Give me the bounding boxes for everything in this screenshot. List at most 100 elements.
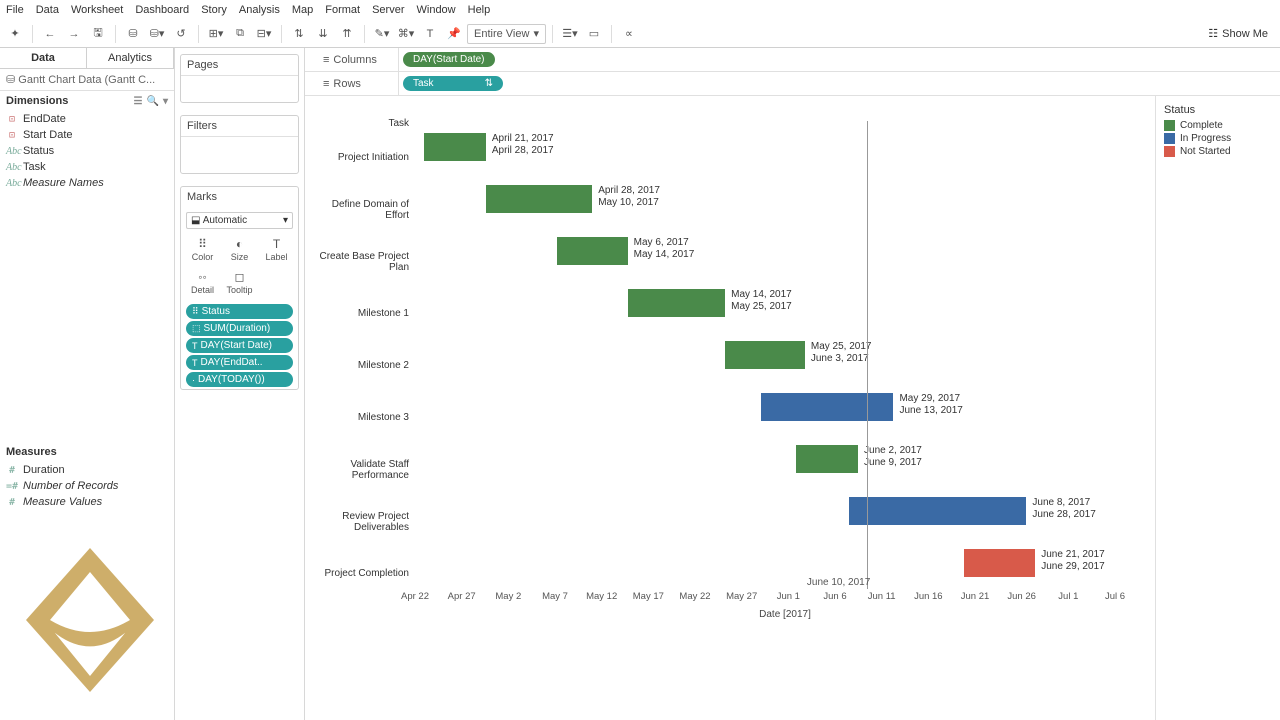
gantt-bar[interactable]: [964, 549, 1035, 577]
x-tick: May 2: [495, 591, 521, 602]
mark-type-dropdown[interactable]: ⬓ Automatic▾: [186, 212, 293, 229]
gantt-bar[interactable]: [557, 237, 628, 265]
show-me-button[interactable]: ☷Show Me: [1200, 27, 1276, 40]
refresh-icon[interactable]: ⛁▾: [146, 24, 168, 44]
menu-dashboard[interactable]: Dashboard: [135, 4, 189, 16]
mark-detail[interactable]: ◦◦Detail: [185, 267, 220, 298]
bar-date-label: May 25, 2017June 3, 2017: [811, 341, 872, 365]
forward-icon[interactable]: →: [63, 24, 85, 44]
gantt-plot[interactable]: April 21, 2017April 28, 2017April 28, 20…: [415, 96, 1155, 720]
x-axis-label: Date [2017]: [415, 605, 1155, 624]
legend-complete[interactable]: Complete: [1164, 120, 1272, 131]
menu-window[interactable]: Window: [417, 4, 456, 16]
pill-enddate[interactable]: TDAY(EndDat..: [186, 355, 293, 370]
gantt-bar[interactable]: [796, 445, 858, 473]
back-icon[interactable]: ←: [39, 24, 61, 44]
menu-data[interactable]: Data: [36, 4, 59, 16]
task-label[interactable]: Project Initiation: [305, 132, 415, 184]
datasource-name[interactable]: ⛁ Gantt Chart Data (Gantt C...: [0, 69, 174, 91]
tableau-logo-icon[interactable]: ✦: [4, 24, 26, 44]
highlight-icon[interactable]: ✎▾: [371, 24, 393, 44]
field-startdate[interactable]: ⊡Start Date: [0, 127, 174, 143]
color-legend[interactable]: Status Complete In Progress Not Started: [1155, 96, 1280, 720]
x-tick: May 12: [586, 591, 617, 602]
new-worksheet-icon[interactable]: ⊞▾: [205, 24, 227, 44]
undo-icon[interactable]: ↺: [170, 24, 192, 44]
gantt-bar[interactable]: [424, 133, 486, 161]
task-label[interactable]: Validate Staff Performance: [305, 444, 415, 496]
x-tick: Apr 27: [448, 591, 476, 602]
rows-pill[interactable]: Task⇅: [403, 76, 503, 91]
legend-notstarted[interactable]: Not Started: [1164, 146, 1272, 157]
menu-format[interactable]: Format: [325, 4, 360, 16]
filters-shelf[interactable]: Filters: [180, 115, 299, 174]
sort-desc-icon[interactable]: ⇈: [336, 24, 358, 44]
task-label[interactable]: Milestone 1: [305, 288, 415, 340]
mark-label[interactable]: TLabel: [259, 234, 294, 265]
field-enddate[interactable]: ⊡EndDate: [0, 111, 174, 127]
gantt-bar[interactable]: [761, 393, 894, 421]
bar-date-label: May 6, 2017May 14, 2017: [634, 237, 695, 261]
columns-shelf[interactable]: ≡Columns DAY(Start Date): [305, 48, 1280, 72]
gantt-bar[interactable]: [849, 497, 1026, 525]
task-label[interactable]: Define Domain of Effort: [305, 184, 415, 236]
columns-pill[interactable]: DAY(Start Date): [403, 52, 495, 67]
pill-startdate[interactable]: TDAY(Start Date): [186, 338, 293, 353]
sort-asc-icon[interactable]: ⇊: [312, 24, 334, 44]
task-label[interactable]: Milestone 2: [305, 340, 415, 392]
cards-icon[interactable]: ☰▾: [559, 24, 581, 44]
menu-server[interactable]: Server: [372, 4, 404, 16]
share-icon[interactable]: ∝: [618, 24, 640, 44]
mark-color[interactable]: ⠿Color: [185, 234, 220, 265]
x-tick: Jun 21: [961, 591, 990, 602]
gantt-bar[interactable]: [628, 289, 725, 317]
mark-size[interactable]: ◐Size: [222, 234, 257, 265]
search-icon[interactable]: 🔍: [147, 96, 159, 107]
bar-date-label: April 28, 2017May 10, 2017: [598, 185, 660, 209]
menu-map[interactable]: Map: [292, 4, 313, 16]
view-icon[interactable]: ☰: [134, 96, 143, 107]
field-measurevalues[interactable]: #Measure Values: [0, 494, 174, 510]
save-icon[interactable]: 🖫: [87, 24, 109, 44]
pill-today[interactable]: ·DAY(TODAY()): [186, 372, 293, 387]
tab-data[interactable]: Data: [0, 48, 87, 68]
mark-tooltip[interactable]: ◻Tooltip: [222, 267, 257, 298]
present-icon[interactable]: ▭: [583, 24, 605, 44]
legend-inprogress[interactable]: In Progress: [1164, 133, 1272, 144]
fit-dropdown[interactable]: Entire View▾: [467, 24, 546, 44]
menu-story[interactable]: Story: [201, 4, 227, 16]
label-icon: T: [273, 237, 280, 250]
field-task[interactable]: AbcTask: [0, 159, 174, 175]
menu-help[interactable]: Help: [468, 4, 491, 16]
dimensions-header: Dimensions: [6, 95, 68, 107]
menu-worksheet[interactable]: Worksheet: [71, 4, 123, 16]
group-icon[interactable]: ⌘▾: [395, 24, 417, 44]
task-label[interactable]: Review Project Deliverables: [305, 496, 415, 548]
field-status[interactable]: AbcStatus: [0, 143, 174, 159]
swap-icon[interactable]: ⇅: [288, 24, 310, 44]
duplicate-icon[interactable]: ⧉: [229, 24, 251, 44]
task-label[interactable]: Project Completion: [305, 548, 415, 600]
pill-duration[interactable]: ⬚SUM(Duration): [186, 321, 293, 336]
field-duration[interactable]: #Duration: [0, 462, 174, 478]
label-icon[interactable]: T: [419, 24, 441, 44]
field-measurenames[interactable]: AbcMeasure Names: [0, 175, 174, 191]
tab-analytics[interactable]: Analytics: [87, 48, 174, 68]
menu-file[interactable]: File: [6, 4, 24, 16]
pill-status[interactable]: ⠿Status: [186, 304, 293, 319]
rows-shelf[interactable]: ≡Rows Task⇅: [305, 72, 1280, 96]
x-tick: May 27: [726, 591, 757, 602]
pin-icon[interactable]: 📌: [443, 24, 465, 44]
task-label[interactable]: Milestone 3: [305, 392, 415, 444]
pages-shelf[interactable]: Pages: [180, 54, 299, 103]
menu-bar: File Data Worksheet Dashboard Story Anal…: [0, 0, 1280, 20]
bar-date-label: May 14, 2017May 25, 2017: [731, 289, 792, 313]
clear-icon[interactable]: ⊟▾: [253, 24, 275, 44]
field-nrecords[interactable]: =#Number of Records: [0, 478, 174, 494]
menu-analysis[interactable]: Analysis: [239, 4, 280, 16]
new-data-icon[interactable]: ⛁: [122, 24, 144, 44]
gantt-bar[interactable]: [725, 341, 805, 369]
tooltip-icon: ◻: [235, 270, 245, 283]
task-label[interactable]: Create Base Project Plan: [305, 236, 415, 288]
gantt-bar[interactable]: [486, 185, 592, 213]
